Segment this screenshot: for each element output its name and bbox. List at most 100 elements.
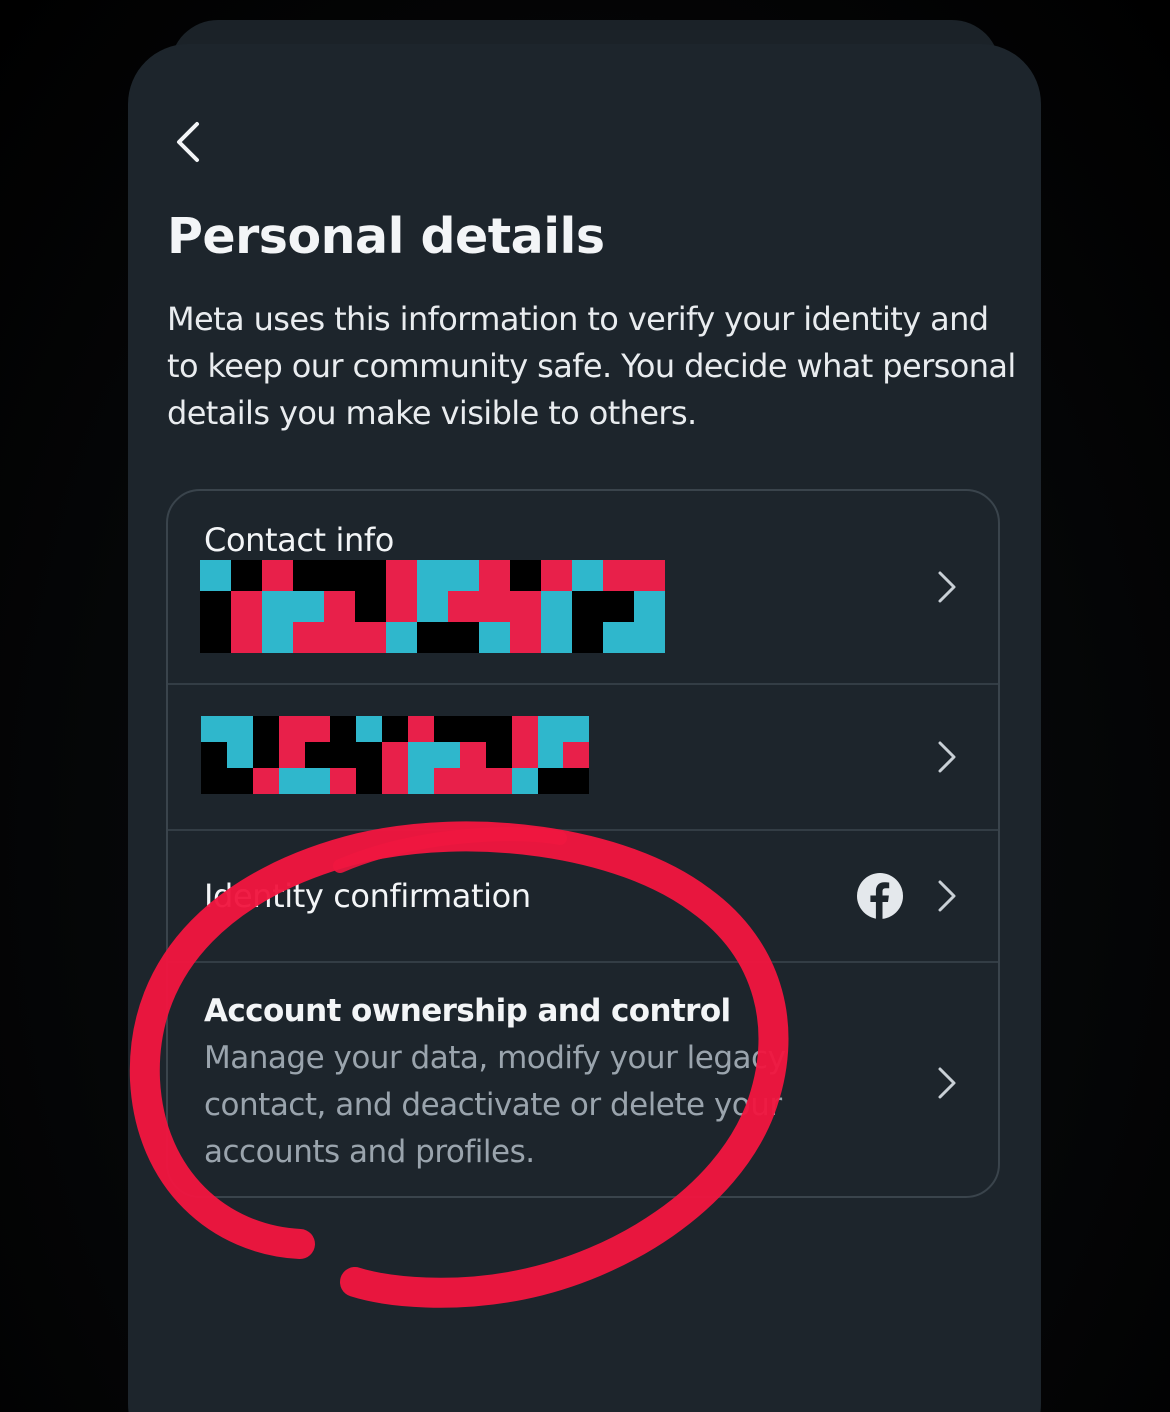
redaction-cell	[634, 622, 665, 653]
redaction-cell	[382, 768, 409, 794]
redaction-cell	[293, 591, 324, 622]
redaction-cell	[448, 591, 479, 622]
chevron-right-icon	[938, 880, 956, 912]
identity-confirmation-label: Identity confirmation	[204, 877, 531, 915]
redaction-cell	[408, 768, 435, 794]
redaction-cell	[252, 716, 279, 742]
redaction-cell	[537, 742, 564, 768]
redaction-cell	[603, 560, 634, 591]
redaction-cell	[417, 591, 448, 622]
redaction-cell	[448, 622, 479, 653]
redaction-cell	[434, 716, 460, 742]
redaction-cell	[511, 742, 538, 768]
redaction-cell	[634, 591, 665, 622]
settings-row-contact-info[interactable]: Contact info	[168, 491, 998, 683]
redaction-cell	[231, 591, 262, 622]
redaction-cell	[304, 768, 331, 794]
redaction-cell	[541, 560, 572, 591]
redaction-cell	[226, 768, 253, 794]
redaction-cell	[572, 591, 603, 622]
redaction-cell	[434, 768, 460, 794]
account-ownership-label: Account ownership and control	[204, 993, 731, 1029]
redaction-cell	[459, 768, 486, 794]
redaction-cell	[408, 742, 435, 768]
redaction-cell	[293, 560, 324, 591]
redaction-cell	[485, 742, 512, 768]
chevron-right-icon	[938, 571, 956, 603]
redaction-cell	[485, 768, 512, 794]
redaction-cell	[541, 622, 572, 653]
redaction-cell	[510, 560, 541, 591]
redaction-cell	[355, 591, 386, 622]
redaction-cell	[603, 622, 634, 653]
chevron-right-icon	[938, 741, 956, 773]
redaction-cell	[200, 591, 231, 622]
redaction-cell	[231, 560, 262, 591]
redaction-cell	[330, 742, 357, 768]
redaction-cell	[226, 742, 253, 768]
redaction-cell	[355, 560, 386, 591]
settings-row-account-ownership[interactable]: Account ownership and control Manage you…	[168, 963, 998, 1196]
account-ownership-description: Manage your data, modify your legacy con…	[204, 1040, 786, 1170]
redaction-cell	[537, 768, 564, 794]
redacted-detail	[201, 716, 590, 794]
redaction-cell	[541, 591, 572, 622]
redaction-cell	[459, 716, 486, 742]
redaction-cell	[200, 622, 231, 653]
redaction-cell	[278, 768, 305, 794]
redaction-cell	[278, 742, 305, 768]
redaction-cell	[356, 716, 383, 742]
redaction-cell	[293, 622, 324, 653]
chevron-right-icon	[938, 1067, 956, 1099]
redaction-cell	[572, 560, 603, 591]
redaction-cell	[356, 742, 383, 768]
redaction-cell	[324, 622, 355, 653]
redaction-cell	[479, 622, 510, 653]
redaction-cell	[537, 716, 564, 742]
redaction-cell	[278, 716, 305, 742]
personal-details-card: Contact info Identity confirmation Accou…	[166, 489, 1000, 1198]
redaction-cell	[510, 591, 541, 622]
redaction-cell	[231, 622, 262, 653]
page-description: Meta uses this information to verify you…	[167, 300, 1016, 432]
settings-row-redacted[interactable]	[168, 685, 998, 829]
redaction-cell	[252, 768, 279, 794]
redaction-cell	[324, 560, 355, 591]
redaction-cell	[356, 768, 383, 794]
redaction-cell	[262, 622, 293, 653]
redaction-cell	[304, 742, 331, 768]
redaction-cell	[511, 768, 538, 794]
contact-info-label: Contact info	[204, 521, 394, 559]
redaction-cell	[417, 560, 448, 591]
redaction-cell	[262, 560, 293, 591]
page-title: Personal details	[167, 208, 605, 265]
redaction-cell	[459, 742, 486, 768]
redaction-cell	[603, 591, 634, 622]
redaction-cell	[386, 560, 417, 591]
redaction-cell	[304, 716, 331, 742]
redaction-cell	[252, 742, 279, 768]
redaction-cell	[479, 591, 510, 622]
redaction-cell	[386, 622, 417, 653]
redaction-cell	[200, 560, 231, 591]
back-button[interactable]	[164, 118, 212, 166]
redaction-cell	[355, 622, 386, 653]
redaction-cell	[434, 742, 460, 768]
redaction-cell	[330, 716, 357, 742]
redaction-cell	[324, 591, 355, 622]
facebook-icon	[857, 873, 903, 919]
redaction-cell	[448, 560, 479, 591]
settings-row-identity-confirmation[interactable]: Identity confirmation	[168, 831, 998, 961]
redaction-cell	[330, 768, 357, 794]
redaction-cell	[201, 742, 227, 768]
redaction-cell	[408, 716, 435, 742]
redaction-cell	[563, 742, 590, 768]
redaction-cell	[485, 716, 512, 742]
redaction-cell	[226, 716, 253, 742]
redaction-cell	[563, 716, 590, 742]
redaction-cell	[572, 622, 603, 653]
redaction-cell	[201, 716, 227, 742]
redaction-cell	[386, 591, 417, 622]
redaction-cell	[201, 768, 227, 794]
screen: Personal details Meta uses this informat…	[0, 0, 1170, 1412]
